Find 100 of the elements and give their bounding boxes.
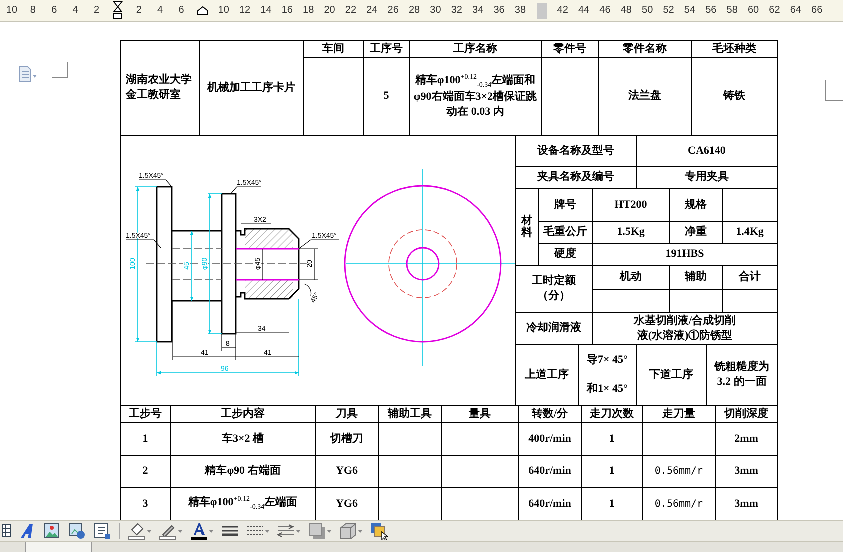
column-header: 车间 [322,42,344,56]
field-label: 规格 [685,198,707,212]
table-cell: 3mm [734,464,758,479]
caret-icon [147,530,152,532]
table-cell: 5 [384,89,390,104]
fill-bucket-icon [128,522,146,540]
card-title: 机械加工工序卡片 [208,80,296,96]
column-header: 走刀量 [662,406,696,422]
ruler-number: 6 [178,5,184,16]
clip-art-icon [68,522,86,540]
arrow-style-button[interactable] [275,522,303,540]
caret-icon [358,530,363,532]
ruler-number: 38 [514,5,526,16]
ruler-number: 4 [158,5,164,16]
ruler-number: 56 [706,5,717,16]
ruler-number: 10 [218,5,230,16]
column-header: 辅助 [685,270,707,285]
field-label: 净重 [685,225,707,240]
field-label: 设备名称及型号 [538,144,614,158]
ruler-number: 52 [663,5,674,16]
select-objects-button[interactable] [368,522,390,540]
table-cell: 2 [142,464,148,479]
ruler-number: 28 [408,5,420,16]
arrow-style-icon [277,522,295,540]
caret-icon [209,530,214,532]
field-value: 1.5Kg [617,225,645,240]
field-value: 导7× 45° [587,353,628,368]
table-cell: 3mm [734,496,758,512]
ruler-number: 32 [451,5,462,16]
fill-bucket-button[interactable] [126,522,154,540]
table-cell: 1 [609,432,615,446]
ruler-number: 48 [620,5,632,16]
field-value: 191HBS [666,247,704,262]
table-cell: 2mm [734,432,758,446]
field-value: 和1× 45° [587,382,628,397]
ruler-number: 4 [72,5,78,16]
ruler-number: 2 [94,5,100,16]
column-header: 零件号 [554,42,586,56]
caret-icon [178,530,183,532]
field-value: 铣粗糙度为 3.2 的一面 [713,360,770,390]
table-cell: 精车φ90 右端面 [205,464,281,479]
organization-name: 湖南农业大学金工教研室 [126,73,193,103]
column-header: 工步内容 [221,406,265,422]
caret-icon [265,530,270,532]
table-cell: 640r/min [528,464,572,479]
table-cell: 0.56mm/r [654,466,704,477]
column-header: 工步号 [129,406,162,422]
ruler-number: 46 [600,5,611,16]
ruler-number: 42 [557,5,568,16]
ruler-number: 26 [388,5,399,16]
ruler-number: 60 [748,5,760,16]
ruler-number: 12 [239,5,251,16]
table-cell: 0.56mm/r [654,498,704,510]
ruler-number: 36 [494,5,505,16]
table-cell: 640r/min [528,496,572,512]
ruler-number: 20 [324,5,336,16]
table-cell: 车3×2 槽 [222,432,264,446]
column-header: 刀具 [336,406,358,422]
picture-icon [43,522,61,540]
ruler-number: 44 [578,5,590,16]
cube-icon [339,522,357,540]
ruler-number: 8 [30,5,36,16]
ruler-number: 22 [345,5,357,16]
ruler-number: 2 [136,5,142,16]
field-label: 毛重公斤 [544,225,588,240]
font-color-icon [190,522,208,540]
field-label: 上道工序 [525,368,569,382]
caret-icon [296,530,301,532]
table-button[interactable] [0,522,13,540]
ruler-number: 64 [790,5,802,16]
table-cell: 铸铁 [724,89,746,104]
table-cell: YG6 [336,496,358,512]
ruler-number: 34 [472,5,484,16]
table-cell: 1 [609,464,615,479]
field-value: CA6140 [688,144,726,158]
field-label: 硬度 [554,247,576,262]
text-box-icon [93,522,111,540]
table-cell: 1 [609,496,615,512]
column-header: 转数/分 [532,406,568,422]
document-icon[interactable] [18,66,38,84]
column-header: 辅助工具 [388,406,432,422]
tab-marker-icon[interactable] [196,6,209,16]
ruler-number: 10 [6,5,18,16]
ruler-number: 14 [260,5,272,16]
wordart-icon [18,522,36,540]
table-cell: 精车φ100$^{+0.12}$$_{-0.34}$左端面 [188,495,298,513]
ruler-number: 66 [812,5,823,16]
column-marker[interactable] [536,2,547,18]
column-header: 工序号 [370,42,403,56]
margin-mark [52,62,68,78]
field-value: 专用夹具 [685,170,729,185]
ruler-number: 50 [642,5,654,16]
field-label: 材料 [522,214,532,240]
ruler-number: 16 [282,5,293,16]
field-label: 冷却润滑液 [526,321,582,336]
indent-marker-icon[interactable] [112,0,123,20]
font-color-button[interactable] [188,522,216,540]
ruler-number: 18 [303,5,314,16]
field-label: 工时定额（分） [530,274,577,304]
ruler-number: 6 [52,5,58,16]
